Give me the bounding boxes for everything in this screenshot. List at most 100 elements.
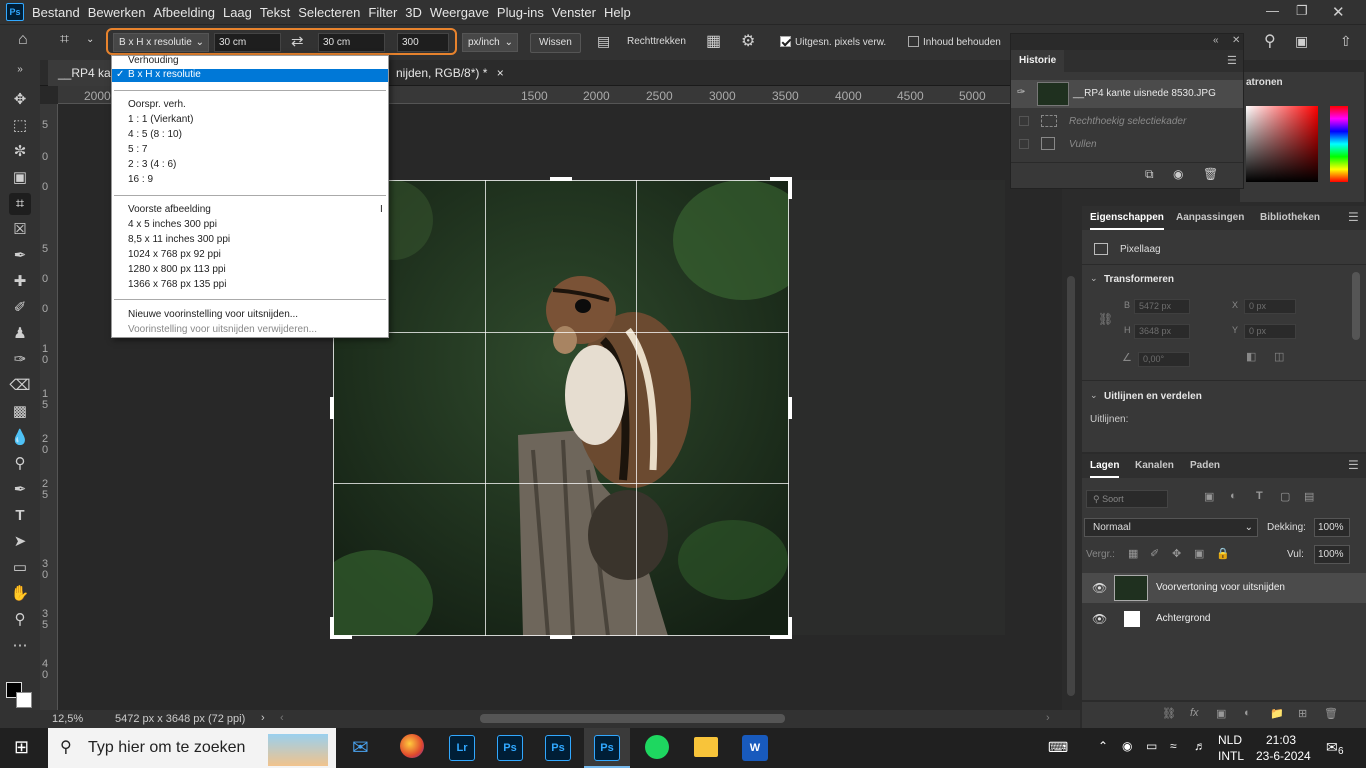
more-tools-icon[interactable]: ⋯ (9, 635, 31, 657)
lock-all-icon[interactable]: 🔒 (1216, 547, 1230, 560)
chevron-down-icon[interactable]: ⌄ (1090, 273, 1098, 284)
taskbar-search[interactable]: ⚲ Typ hier om te zoeken (48, 728, 336, 768)
layer-filter-select[interactable]: ⚲ Soort (1086, 490, 1168, 508)
expand-icon[interactable]: » (9, 59, 31, 81)
adjustment-icon[interactable]: ◐ (1244, 707, 1251, 719)
scroll-right-icon[interactable]: › (1046, 712, 1050, 724)
lightroom-icon[interactable]: Lr (449, 735, 475, 761)
hand-tool-icon[interactable]: ✋ (9, 583, 31, 605)
menu-weergave[interactable]: Weergave (430, 5, 497, 20)
layer-name[interactable]: Achtergrond (1156, 613, 1210, 624)
layer-row-background[interactable]: 👁 Achtergrond (1082, 604, 1366, 634)
menu-help[interactable]: Help (604, 5, 639, 20)
history-brush-icon[interactable]: ✑ (9, 349, 31, 371)
menu-afbeelding[interactable]: Afbeelding (154, 5, 223, 20)
height-field[interactable]: 3648 px (1134, 324, 1190, 339)
x-field[interactable]: 0 px (1244, 299, 1296, 314)
webcam-icon[interactable]: ◉ (1122, 739, 1132, 753)
fx-icon[interactable]: fx (1190, 707, 1199, 719)
dropdown-item[interactable]: 1280 x 800 px 113 ppi (128, 264, 226, 275)
pen-tool-icon[interactable]: ✒ (9, 479, 31, 501)
close-icon[interactable]: ✕ (1332, 3, 1345, 21)
photoshop-icon[interactable]: Ps (497, 735, 523, 761)
dropdown-item[interactable]: 4 x 5 inches 300 ppi (128, 219, 217, 230)
y-field[interactable]: 0 px (1244, 324, 1296, 339)
gradient-tool-icon[interactable]: ▩ (9, 401, 31, 423)
clear-button[interactable]: Wissen (530, 33, 581, 53)
move-tool-icon[interactable]: ✥ (9, 89, 31, 111)
dropdown-item[interactable]: 4 : 5 (8 : 10) (128, 129, 182, 140)
folder-icon[interactable]: 📁 (1270, 707, 1284, 720)
chevron-up-icon[interactable]: ⌃ (1098, 739, 1108, 753)
dropdown-item[interactable]: 1 : 1 (Vierkant) (128, 114, 193, 125)
angle-field[interactable]: 0,00° (1138, 352, 1190, 367)
tab-channels[interactable]: Kanalen (1135, 460, 1174, 471)
filter-pixel-icon[interactable]: ▣ (1204, 490, 1214, 503)
filter-type-icon[interactable]: T (1256, 490, 1263, 502)
menu-selecteren[interactable]: Selecteren (298, 5, 368, 20)
width-field[interactable]: 5472 px (1134, 299, 1190, 314)
panel-scrollbar[interactable] (1352, 272, 1360, 340)
tab-libraries[interactable]: Bibliotheken (1260, 212, 1320, 223)
tab-properties[interactable]: Eigenschappen (1090, 212, 1164, 230)
healing-tool-icon[interactable]: ✚ (9, 271, 31, 293)
step-checkbox[interactable] (1019, 116, 1029, 126)
stamp-tool-icon[interactable]: ♟ (9, 323, 31, 345)
lock-position-icon[interactable]: ✥ (1172, 547, 1181, 560)
color-field[interactable] (1246, 106, 1318, 182)
wifi-icon[interactable]: ≈ (1170, 739, 1177, 753)
link-layers-icon[interactable]: ⛓ (1162, 707, 1176, 720)
dropdown-item-ratio[interactable]: Verhouding (128, 55, 179, 66)
background-color-swatch[interactable] (16, 692, 32, 708)
scroll-left-icon[interactable]: ‹ (280, 712, 284, 724)
transform-section-title[interactable]: Transformeren (1104, 274, 1174, 285)
lock-pixels-icon[interactable]: ✐ (1150, 547, 1159, 560)
tab-history[interactable]: Historie (1011, 50, 1065, 72)
dodge-tool-icon[interactable]: ⚲ (9, 453, 31, 475)
filter-shape-icon[interactable]: ▢ (1280, 490, 1290, 503)
crop-handle-top-right[interactable] (788, 177, 792, 199)
filter-adjust-icon[interactable]: ◐ (1230, 490, 1237, 502)
dropdown-item[interactable]: 1024 x 768 px 92 ppi (128, 249, 221, 260)
dropdown-item[interactable]: Oorspr. verh. (128, 99, 186, 110)
camera-icon[interactable]: ◉ (1173, 167, 1183, 181)
dropdown-item[interactable]: 1366 x 768 px 135 ppi (128, 279, 226, 290)
gear-icon[interactable]: ⚙ (741, 31, 755, 51)
blend-mode-select[interactable]: Normaal ⌄ (1084, 518, 1258, 537)
clock-time[interactable]: 21:03 (1266, 733, 1296, 747)
scroll-thumb[interactable] (1067, 276, 1075, 696)
restore-icon[interactable]: ❐ (1296, 3, 1308, 19)
fill-field[interactable]: 100% (1314, 545, 1350, 564)
history-snapshot[interactable]: ✑ __RP4 kante uisnede 8530.JPG (1011, 80, 1243, 108)
dropdown-item[interactable]: Voorste afbeelding (128, 204, 211, 215)
chevron-right-icon[interactable]: › (261, 712, 265, 724)
tab-layers[interactable]: Lagen (1090, 460, 1120, 478)
crop-handle-left[interactable] (330, 397, 334, 419)
dropdown-item-selected[interactable]: ✓ B x H x resolutie (112, 69, 388, 82)
dropdown-item[interactable]: 2 : 3 (4 : 6) (128, 159, 176, 170)
object-select-tool-icon[interactable]: ▣ (9, 167, 31, 189)
spotify-icon[interactable] (645, 735, 669, 759)
delete-pixels-checkbox[interactable]: Uitgesn. pixels verw. (780, 36, 886, 48)
crop-handle-bottom-right[interactable] (788, 617, 792, 639)
chevron-down-icon[interactable]: ⌄ (86, 34, 94, 45)
new-layer-icon[interactable]: ⊞ (1298, 707, 1307, 720)
eye-icon[interactable]: 👁 (1092, 581, 1107, 595)
word-icon[interactable]: W (742, 735, 768, 761)
layer-row-crop-preview[interactable]: 👁 Voorvertoning voor uitsnijden (1082, 573, 1366, 603)
lock-transparency-icon[interactable]: ▦ (1128, 547, 1138, 560)
flip-horizontal-icon[interactable]: ◧ (1246, 350, 1256, 363)
volume-icon[interactable]: ♬ (1194, 739, 1206, 753)
overlay-grid-icon[interactable]: ▦ (706, 31, 721, 51)
close-icon[interactable]: ✕ (1232, 35, 1240, 46)
level-icon[interactable]: ▤ (597, 33, 610, 50)
close-tab-icon[interactable]: × (497, 66, 504, 80)
path-select-icon[interactable]: ➤ (9, 531, 31, 553)
mask-icon[interactable]: ▣ (1216, 707, 1226, 720)
panel-menu-icon[interactable]: ☰ (1227, 54, 1237, 67)
menu-plugins[interactable]: Plug-ins (497, 5, 552, 20)
resolution-unit-select[interactable]: px/inch ⌄ (462, 33, 518, 52)
step-checkbox[interactable] (1019, 139, 1029, 149)
minimize-icon[interactable]: — (1266, 3, 1279, 18)
menu-tekst[interactable]: Tekst (260, 5, 298, 20)
